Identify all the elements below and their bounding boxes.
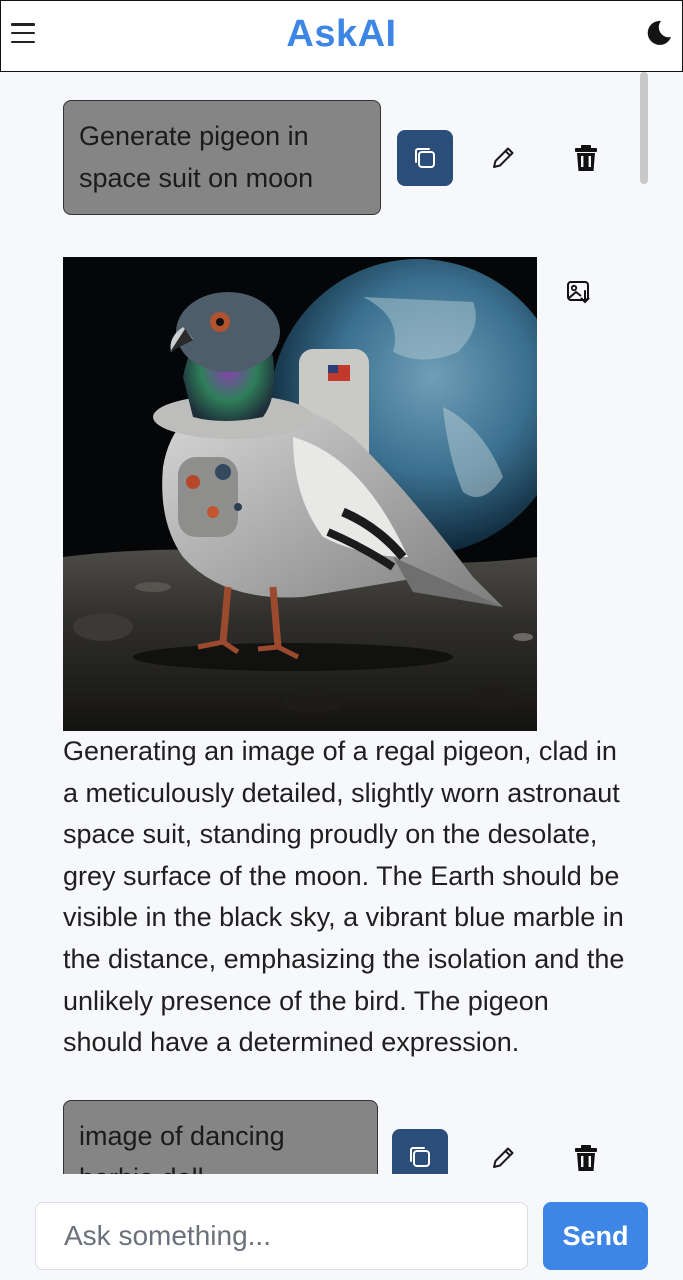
- user-prompt-text: Generate pigeon in space suit on moon: [79, 121, 314, 193]
- download-image-button[interactable]: [561, 274, 597, 310]
- pencil-icon: [493, 147, 514, 168]
- copy-button[interactable]: [397, 130, 453, 186]
- scrollbar-thumb[interactable]: [640, 72, 648, 184]
- moon-icon[interactable]: [644, 18, 674, 48]
- user-prompt-bubble: image of dancing barbie doll: [63, 1100, 378, 1174]
- delete-button[interactable]: [568, 140, 604, 176]
- ai-response-text: Generating an image of a regal pigeon, c…: [63, 736, 625, 1058]
- trash-icon: [575, 1145, 597, 1171]
- message-2-clip: image of dancing barbie doll: [0, 1100, 683, 1174]
- trash-icon: [575, 145, 597, 171]
- send-button[interactable]: Send: [543, 1202, 648, 1270]
- copy-button[interactable]: [392, 1129, 448, 1174]
- app-title: AskAI: [286, 13, 397, 55]
- ask-input[interactable]: [35, 1202, 528, 1270]
- delete-button[interactable]: [568, 1140, 604, 1174]
- generated-image[interactable]: [63, 257, 537, 731]
- edit-button[interactable]: [485, 1140, 521, 1174]
- user-prompt-text: image of dancing barbie doll: [79, 1121, 285, 1174]
- edit-button[interactable]: [485, 140, 521, 176]
- image-download-icon: [567, 281, 590, 304]
- app-header: AskAI: [0, 0, 683, 72]
- user-prompt-bubble: Generate pigeon in space suit on moon: [63, 100, 381, 215]
- copy-icon: [410, 1147, 430, 1167]
- copy-icon: [415, 148, 435, 168]
- pencil-icon: [493, 1147, 514, 1168]
